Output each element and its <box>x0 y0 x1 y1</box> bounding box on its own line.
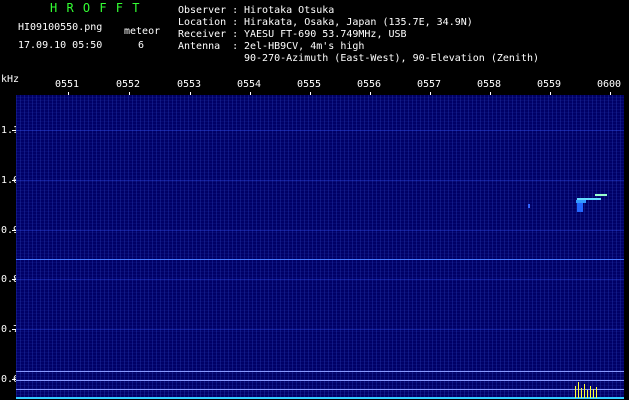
grid-line <box>16 180 624 181</box>
antenna-value-line1: 2el-HB9CV, 4m's high <box>244 41 365 52</box>
receiver-value: YAESU FT-690 53.749MHz, USB <box>244 29 407 40</box>
noise-floor <box>16 397 624 399</box>
grid-line <box>16 230 624 231</box>
x-tick-label: 0553 <box>177 79 202 90</box>
meteor-label: meteor <box>124 26 161 37</box>
x-tick-label: 0555 <box>297 79 322 90</box>
meteor-echo <box>595 194 607 196</box>
meteor-echo <box>577 203 583 212</box>
location-value: Hirakata, Osaka, Japan (135.7E, 34.9N) <box>244 17 473 28</box>
meteor-count: 6 <box>138 40 145 51</box>
activity-bar <box>581 388 582 398</box>
filename-label: HI09100550.png <box>18 22 103 33</box>
activity-bar <box>584 384 585 398</box>
carrier-line <box>16 259 624 260</box>
x-tick-label: 0558 <box>477 79 502 90</box>
datetime-label: 17.09.10 05:50 <box>18 40 103 51</box>
location-key: Location : <box>178 17 239 28</box>
activity-bar <box>578 382 579 398</box>
x-tick-label: 0554 <box>237 79 262 90</box>
activity-bar <box>593 389 594 398</box>
reference-line <box>16 371 624 372</box>
y-axis-unit: kHz <box>1 74 20 85</box>
antenna-key: Antenna : <box>178 41 239 52</box>
grid-line <box>16 130 624 131</box>
activity-bar <box>596 387 597 398</box>
meteor-echo <box>528 204 530 208</box>
reference-line <box>16 380 624 381</box>
observer-key: Observer : <box>178 5 239 16</box>
antenna-value-line2: 90-270-Azimuth (East-West), 90-Elevation… <box>244 53 540 64</box>
x-tick-label: 0600 <box>597 79 622 90</box>
observer-value: Hirotaka Otsuka <box>244 5 335 16</box>
activity-bar <box>587 390 588 398</box>
reference-line <box>16 389 624 390</box>
grid-line <box>16 279 624 280</box>
hrofft-window: H R O F F T HI09100550.png 17.09.10 05:5… <box>0 0 629 400</box>
x-tick-label: 0556 <box>357 79 382 90</box>
grid-line <box>16 329 624 330</box>
receiver-key: Receiver : <box>178 29 239 40</box>
x-tick-label: 0559 <box>537 79 562 90</box>
activity-bar <box>575 386 576 398</box>
activity-bar <box>590 386 591 398</box>
app-brand: H R O F F T <box>50 1 141 15</box>
x-tick-label: 0557 <box>417 79 442 90</box>
x-tick-label: 0552 <box>116 79 141 90</box>
spectrogram-area <box>16 95 624 398</box>
x-tick-label: 0551 <box>55 79 80 90</box>
